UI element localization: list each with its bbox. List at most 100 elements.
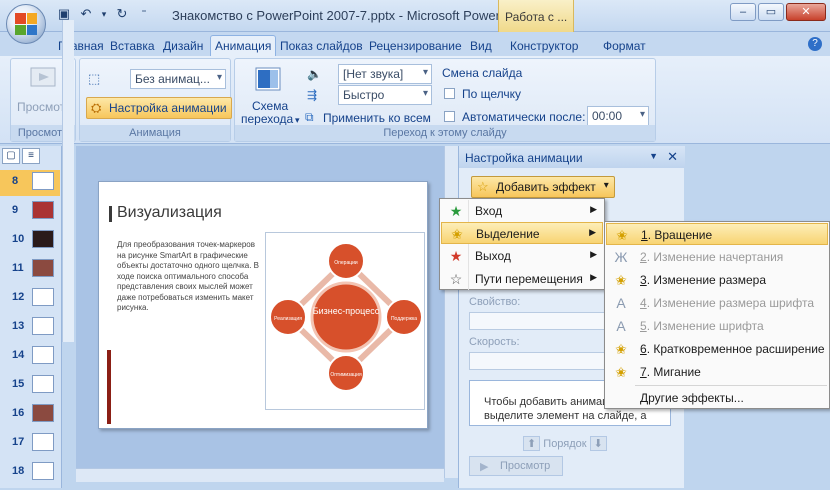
slide-number: 9	[12, 204, 19, 216]
transition-scheme-icon	[255, 67, 281, 91]
maximize-button[interactable]: ▭	[758, 3, 784, 21]
slides-panel-scrollbar[interactable]	[62, 20, 74, 342]
emphasis-item-label: . Кратковременное расширение	[646, 342, 825, 356]
emphasis-item-5[interactable]: A 5. Изменение шрифта	[606, 315, 828, 337]
flicker-icon: ✬	[615, 341, 627, 357]
office-logo-icon	[15, 13, 37, 35]
emphasis-item-label: . Мигание	[646, 365, 701, 379]
slide-thumbnail-16[interactable]: 16	[0, 402, 60, 428]
office-button[interactable]	[6, 4, 46, 44]
add-effect-icon: ☆	[477, 179, 489, 194]
help-icon[interactable]: ?	[808, 37, 822, 51]
slide-thumbnail-12[interactable]: 12	[0, 286, 60, 312]
slide-preview	[32, 317, 54, 335]
slide-thumbnail-11[interactable]: 11	[0, 257, 60, 283]
slide-preview	[32, 259, 54, 277]
emphasis-item-4[interactable]: A 4. Изменение размера шрифта	[606, 292, 828, 314]
speed-dropdown[interactable]: Быстро	[338, 85, 432, 105]
slide-number: 14	[12, 349, 25, 361]
submenu-arrow-icon: ▶	[590, 204, 597, 214]
emphasis-item-7[interactable]: ✬ 7. Мигание	[606, 361, 828, 383]
transition-scheme-label-2[interactable]: перехода	[241, 112, 293, 126]
slide-thumbnail-13[interactable]: 13	[0, 315, 60, 341]
grow-shrink-icon: ✬	[615, 272, 627, 288]
accent-bar	[107, 350, 111, 424]
slide-number: 8	[12, 175, 19, 187]
horizontal-scrollbar[interactable]	[76, 468, 444, 482]
on-click-label: По щелчку	[462, 87, 522, 101]
emphasis-item-1[interactable]: ✬ 1. Вращение	[606, 223, 828, 245]
emphasis-item-number: 5	[640, 319, 647, 333]
slide-thumbnail-18[interactable]: 18	[0, 460, 60, 486]
emphasis-item-number: 4	[640, 296, 647, 310]
slide-preview	[32, 288, 54, 306]
vertical-scrollbar[interactable]	[444, 146, 458, 478]
tab-review[interactable]: Рецензирование	[369, 36, 462, 56]
custom-animation-button[interactable]: ⛭ Настройка анимации	[86, 97, 232, 119]
on-click-checkbox[interactable]	[444, 88, 455, 99]
entrance-star-icon: ★	[449, 203, 463, 219]
tab-smartart-design[interactable]: Конструктор	[510, 36, 578, 56]
speed-icon: ⇶	[307, 88, 318, 102]
emphasis-submenu: ✬ 1. Вращение Ж 2. Изменение начертания ✬ 3. …	[604, 221, 830, 409]
center-node-text: Бизнес-процесс	[313, 306, 380, 316]
slide-number: 11	[12, 262, 24, 274]
auto-after-checkbox[interactable]	[444, 111, 455, 122]
pane-close-icon[interactable]: ✕	[667, 149, 678, 165]
slide-preview	[32, 172, 54, 190]
motion-path-star-icon: ☆	[449, 271, 463, 287]
sound-dropdown[interactable]: [Нет звука]	[338, 64, 432, 84]
tab-format[interactable]: Формат	[603, 36, 646, 56]
slide-thumbnail-14[interactable]: 14	[0, 344, 60, 370]
node-top-text: Операции	[334, 260, 358, 266]
redo-icon[interactable]: ↻	[114, 6, 130, 22]
context-tab-label: Работа с ...	[498, 0, 574, 32]
customize-qat-icon[interactable]: ⁼	[136, 6, 152, 22]
animate-icon: ⬚	[88, 71, 101, 86]
slide-preview	[32, 375, 54, 393]
emphasis-item-2[interactable]: Ж 2. Изменение начертания	[606, 246, 828, 268]
ribbon-tabs: Главная Вставка Дизайн Анимация Показ сл…	[0, 32, 830, 56]
slides-tab-icon[interactable]: ▢	[2, 148, 20, 164]
tab-design[interactable]: Дизайн	[163, 36, 203, 56]
menu-item-entrance[interactable]: ★ Вход ▶	[441, 200, 603, 222]
menu-item-exit[interactable]: ★ Выход ▶	[441, 245, 603, 267]
tab-slideshow[interactable]: Показ слайдов	[280, 36, 363, 56]
emphasis-item-6[interactable]: ✬ 6. Кратковременное расширение	[606, 338, 828, 360]
add-effect-button[interactable]: ☆ Добавить эффект	[471, 176, 615, 198]
slide-change-label: Смена слайда	[442, 66, 523, 80]
more-effects-item[interactable]: Другие эффекты...	[606, 387, 828, 409]
custom-animation-label: Настройка анимации	[109, 101, 227, 115]
pane-menu-icon[interactable]: ▼	[649, 151, 658, 161]
minimize-button[interactable]: –	[730, 3, 756, 21]
undo-dropdown-icon[interactable]: ▾	[100, 6, 108, 22]
slide-thumbnail-8[interactable]: 8	[0, 170, 60, 196]
smartart-frame[interactable]: Бизнес-процесс Операции Поддержка Оптими…	[265, 232, 425, 410]
slide-thumbnail-9[interactable]: 9	[0, 199, 60, 225]
move-up-icon: ⬆	[523, 436, 541, 451]
tab-animations[interactable]: Анимация	[210, 35, 277, 56]
slide-thumbnail-10[interactable]: 10	[0, 228, 60, 254]
slide-canvas[interactable]: Визуализация Для преобразования точек-ма…	[98, 181, 428, 429]
slide-thumbnail-17[interactable]: 17	[0, 431, 60, 457]
close-button[interactable]: ✕	[786, 3, 826, 21]
transition-scheme-label-1[interactable]: Схема	[252, 99, 288, 113]
slide-preview	[32, 346, 54, 364]
tab-view[interactable]: Вид	[470, 36, 492, 56]
menu-item-motion-paths[interactable]: ☆ Пути перемещения ▶	[441, 268, 603, 290]
slide-preview	[32, 433, 54, 451]
menu-item-emphasis[interactable]: ✬ Выделение ▶	[441, 222, 603, 244]
slide-body-text[interactable]: Для преобразования точек-маркеров на рис…	[117, 240, 263, 314]
outline-tab-icon[interactable]: ≡	[22, 148, 40, 164]
time-input[interactable]: 00:00	[587, 106, 649, 126]
undo-icon[interactable]: ↶	[78, 6, 94, 22]
slide-preview	[32, 404, 54, 422]
slide-title[interactable]: Визуализация	[117, 204, 222, 222]
tab-insert[interactable]: Вставка	[110, 36, 155, 56]
animate-dropdown[interactable]: Без анимац...	[130, 69, 226, 89]
animation-group: ⬚ Без анимац... ⛭ Настройка анимации Ани…	[79, 58, 232, 142]
slide-thumbnail-15[interactable]: 15	[0, 373, 60, 399]
submenu-arrow-icon: ▶	[590, 249, 597, 259]
apply-all-button[interactable]: Применить ко всем	[323, 111, 431, 125]
emphasis-item-3[interactable]: ✬ 3. Изменение размера	[606, 269, 828, 291]
